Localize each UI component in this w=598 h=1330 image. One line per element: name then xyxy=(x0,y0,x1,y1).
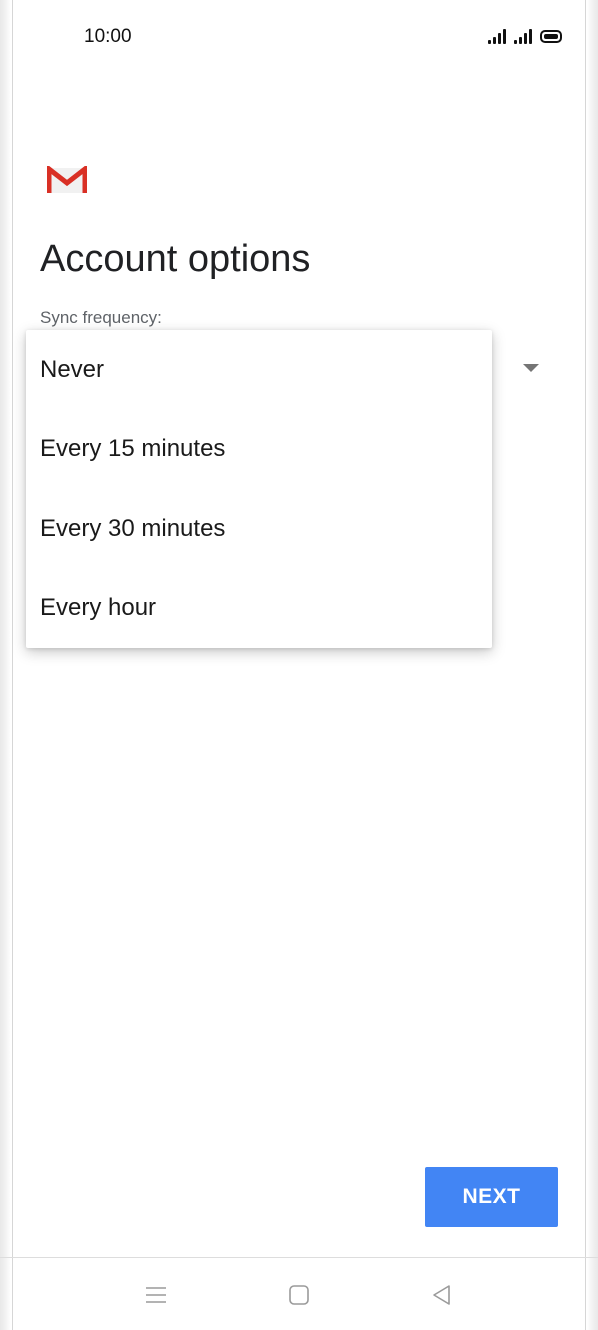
menu-icon[interactable] xyxy=(141,1280,171,1310)
status-bar: 10:00 xyxy=(12,0,586,70)
signal-icon xyxy=(488,28,506,44)
back-icon[interactable] xyxy=(426,1280,456,1310)
gmail-logo-icon xyxy=(47,166,87,193)
phone-frame-left xyxy=(0,0,13,1330)
status-icons xyxy=(488,26,562,44)
dropdown-option-every-hour[interactable]: Every hour xyxy=(26,569,492,649)
sync-frequency-label: Sync frequency: xyxy=(40,308,162,327)
dropdown-option-never[interactable]: Never xyxy=(26,330,492,410)
navigation-bar xyxy=(12,1258,586,1330)
next-button[interactable]: NEXT xyxy=(425,1167,558,1227)
phone-frame-right xyxy=(585,0,598,1330)
home-icon[interactable] xyxy=(284,1280,314,1310)
dropdown-option-every-15-minutes[interactable]: Every 15 minutes xyxy=(26,410,492,490)
status-time: 10:00 xyxy=(84,26,132,47)
page-title: Account options xyxy=(40,238,311,280)
dropdown-arrow-icon[interactable] xyxy=(523,364,539,372)
signal-icon xyxy=(514,28,532,44)
sync-frequency-dropdown-menu: Never Every 15 minutes Every 30 minutes … xyxy=(26,330,492,648)
battery-icon xyxy=(540,30,562,43)
dropdown-option-every-30-minutes[interactable]: Every 30 minutes xyxy=(26,489,492,569)
